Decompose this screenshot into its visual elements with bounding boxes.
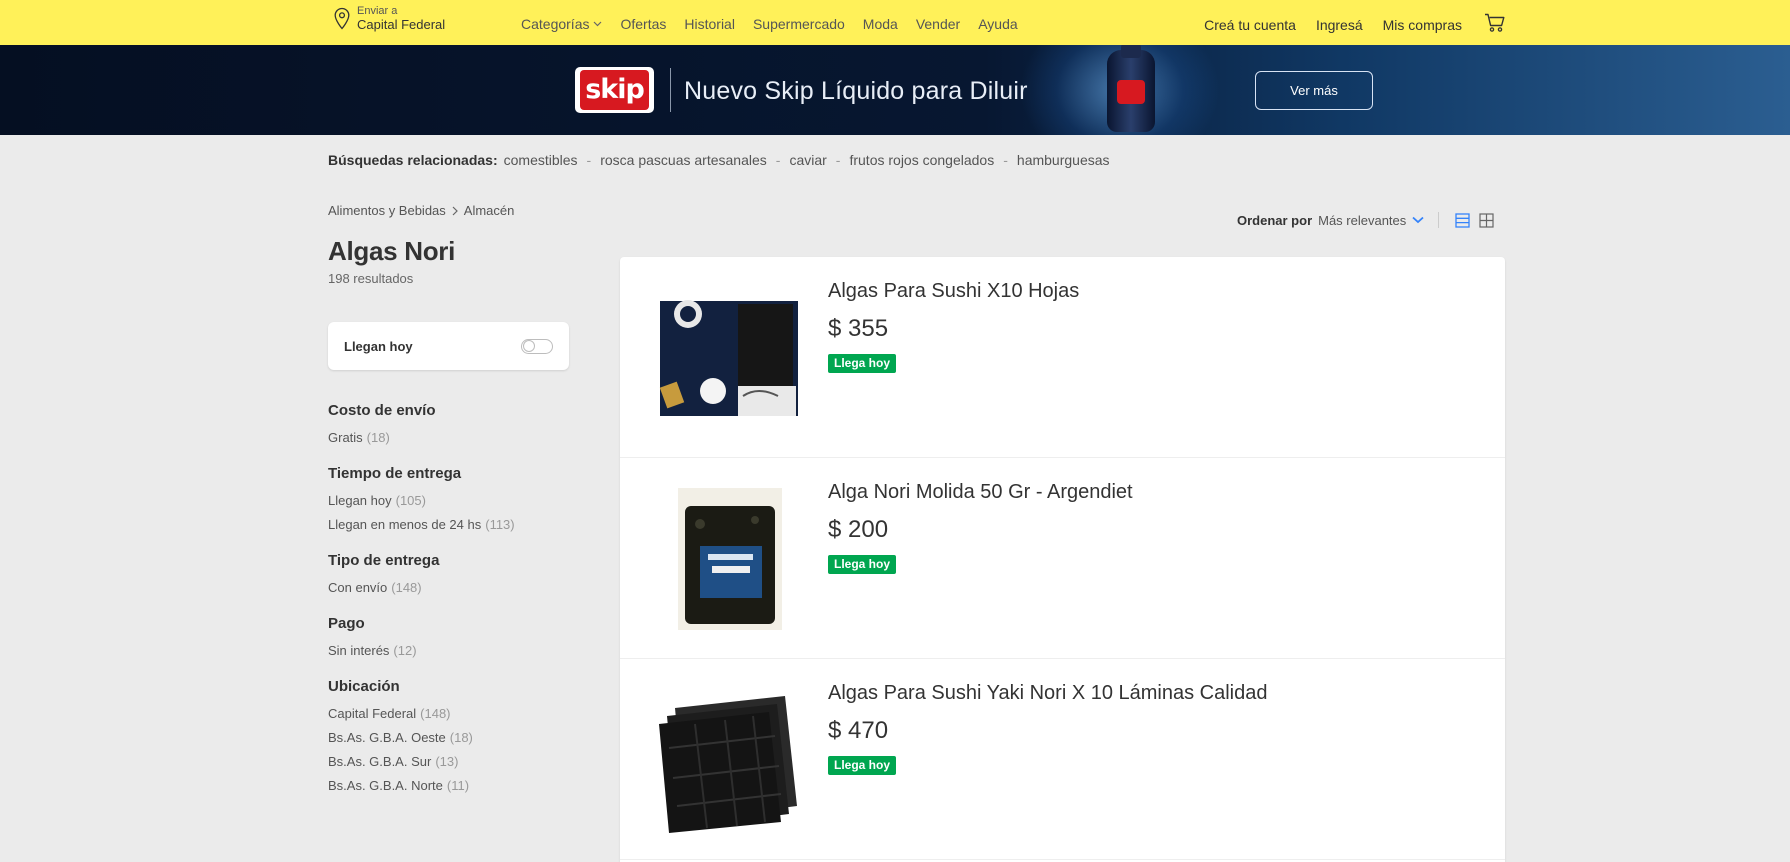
nav-moda[interactable]: Moda xyxy=(863,16,898,32)
nav-categorias[interactable]: Categorías xyxy=(521,16,602,32)
related-search-link[interactable]: caviar xyxy=(789,152,826,168)
related-search-link[interactable]: hamburguesas xyxy=(1017,152,1110,168)
sort-label: Ordenar por xyxy=(1237,212,1313,228)
skip-logo: skip xyxy=(575,67,654,113)
arrives-today-badge: Llega hoy xyxy=(828,354,897,373)
skip-logo-text: skip xyxy=(580,70,649,110)
arrives-today-badge: Llega hoy xyxy=(828,756,897,775)
nav-ayuda[interactable]: Ayuda xyxy=(978,16,1017,32)
related-search-link[interactable]: frutos rojos congelados xyxy=(849,152,994,168)
filter-title: Tiempo de entrega xyxy=(328,465,462,482)
list-view-icon[interactable] xyxy=(1455,212,1470,228)
filter-option[interactable]: Gratis (18) xyxy=(328,430,568,445)
related-search-link[interactable]: rosca pascuas artesanales xyxy=(600,152,767,168)
product-image[interactable] xyxy=(650,282,810,434)
create-account-link[interactable]: Creá tu cuenta xyxy=(1204,17,1296,33)
filter-option[interactable]: Bs.As. G.B.A. Sur (13) xyxy=(328,754,568,769)
filter-group: Tipo de entrega Con envío (148) xyxy=(328,552,568,595)
main-nav: Categorías Ofertas Historial Supermercad… xyxy=(521,16,1036,32)
location-caption: Enviar a xyxy=(357,5,398,17)
my-purchases-link[interactable]: Mis compras xyxy=(1383,17,1462,33)
login-link[interactable]: Ingresá xyxy=(1316,17,1363,33)
llegan-hoy-filter[interactable]: Llegan hoy xyxy=(328,322,569,370)
filter-group: Costo de envío Gratis (18) xyxy=(328,402,568,445)
product-title[interactable]: Alga Nori Molida 50 Gr - Argendiet xyxy=(828,481,1133,504)
shipping-location[interactable]: Enviar a Capital Federal xyxy=(333,5,445,33)
page-title: Algas Nori xyxy=(328,236,456,266)
filter-option[interactable]: Llegan hoy (105) xyxy=(328,493,568,508)
results-list: Algas Para Sushi X10 Hojas $ 355 Llega h… xyxy=(620,257,1505,862)
top-header: Enviar a Capital Federal Categorías Ofer… xyxy=(0,0,1790,45)
cart-icon[interactable] xyxy=(1484,13,1506,33)
banner-ver-mas-button[interactable]: Ver más xyxy=(1255,71,1373,110)
filter-group: Tiempo de entrega Llegan hoy (105) Llegan… xyxy=(328,465,568,532)
filter-title: Pago xyxy=(328,615,365,632)
account-links: Creá tu cuenta Ingresá Mis compras xyxy=(1184,13,1506,33)
related-search-link[interactable]: comestibles xyxy=(504,152,578,168)
filter-option[interactable]: Bs.As. G.B.A. Oeste (18) xyxy=(328,730,568,745)
nav-vender[interactable]: Vender xyxy=(916,16,960,32)
product-image[interactable] xyxy=(650,483,810,635)
llegan-hoy-toggle[interactable] xyxy=(521,339,553,354)
product-title[interactable]: Algas Para Sushi Yaki Nori X 10 Láminas … xyxy=(828,682,1268,705)
chevron-down-icon[interactable] xyxy=(1412,216,1424,224)
nav-label: Categorías xyxy=(521,16,590,32)
filter-option[interactable]: Llegan en menos de 24 hs (113) xyxy=(328,517,568,532)
sort-dropdown[interactable]: Más relevantes xyxy=(1318,213,1406,228)
product-price: $ 470 xyxy=(828,717,889,744)
product-card[interactable]: Alga Nori Molida 50 Gr - Argendiet $ 200… xyxy=(620,458,1505,659)
product-image[interactable] xyxy=(650,684,810,836)
product-price: $ 200 xyxy=(828,516,889,543)
filters-sidebar: Costo de envío Gratis (18) Tiempo de entr… xyxy=(328,402,568,813)
promo-banner[interactable]: skip Nuevo Skip Líquido para Diluir Ver … xyxy=(0,45,1790,135)
banner-title: Nuevo Skip Líquido para Diluir xyxy=(684,77,1028,105)
product-card[interactable]: Algas Para Sushi X10 Hojas $ 355 Llega h… xyxy=(620,257,1505,458)
nav-supermercado[interactable]: Supermercado xyxy=(753,16,845,32)
product-card[interactable]: Algas Para Sushi Yaki Nori X 10 Láminas … xyxy=(620,659,1505,860)
filter-option[interactable]: Con envío (148) xyxy=(328,580,568,595)
nav-historial[interactable]: Historial xyxy=(684,16,735,32)
filter-title: Tipo de entrega xyxy=(328,552,440,569)
related-searches: Búsquedas relacionadas: comestibles - ros… xyxy=(328,152,1110,168)
nav-ofertas[interactable]: Ofertas xyxy=(620,16,666,32)
filter-title: Costo de envío xyxy=(328,402,436,419)
breadcrumb-item[interactable]: Almacén xyxy=(464,203,515,218)
breadcrumb: Alimentos y Bebidas Almacén xyxy=(328,203,514,218)
filter-title: Ubicación xyxy=(328,678,400,695)
location-value: Capital Federal xyxy=(357,16,446,32)
divider xyxy=(1438,212,1440,228)
results-count: 198 resultados xyxy=(328,271,414,286)
chevron-right-icon xyxy=(452,206,458,215)
breadcrumb-item[interactable]: Alimentos y Bebidas xyxy=(328,203,446,218)
filter-group: Pago Sin interés (12) xyxy=(328,615,568,658)
sort-control: Ordenar por Más relevantes xyxy=(1237,212,1494,228)
filter-option[interactable]: Bs.As. G.B.A. Norte (11) xyxy=(328,778,568,793)
filter-option[interactable]: Capital Federal (148) xyxy=(328,706,568,721)
arrives-today-badge: Llega hoy xyxy=(828,555,897,574)
toggle-label: Llegan hoy xyxy=(344,339,413,354)
location-pin-icon xyxy=(334,7,350,30)
filter-group: Ubicación Capital Federal (148) Bs.As. G.… xyxy=(328,678,568,793)
chevron-down-icon xyxy=(594,21,602,27)
related-searches-label: Búsquedas relacionadas: xyxy=(328,152,498,168)
product-price: $ 355 xyxy=(828,315,889,342)
grid-view-icon[interactable] xyxy=(1479,212,1494,228)
banner-divider xyxy=(670,68,671,112)
filter-option[interactable]: Sin interés (12) xyxy=(328,643,568,658)
product-title[interactable]: Algas Para Sushi X10 Hojas xyxy=(828,280,1079,303)
product-bottle-image xyxy=(1107,45,1155,132)
